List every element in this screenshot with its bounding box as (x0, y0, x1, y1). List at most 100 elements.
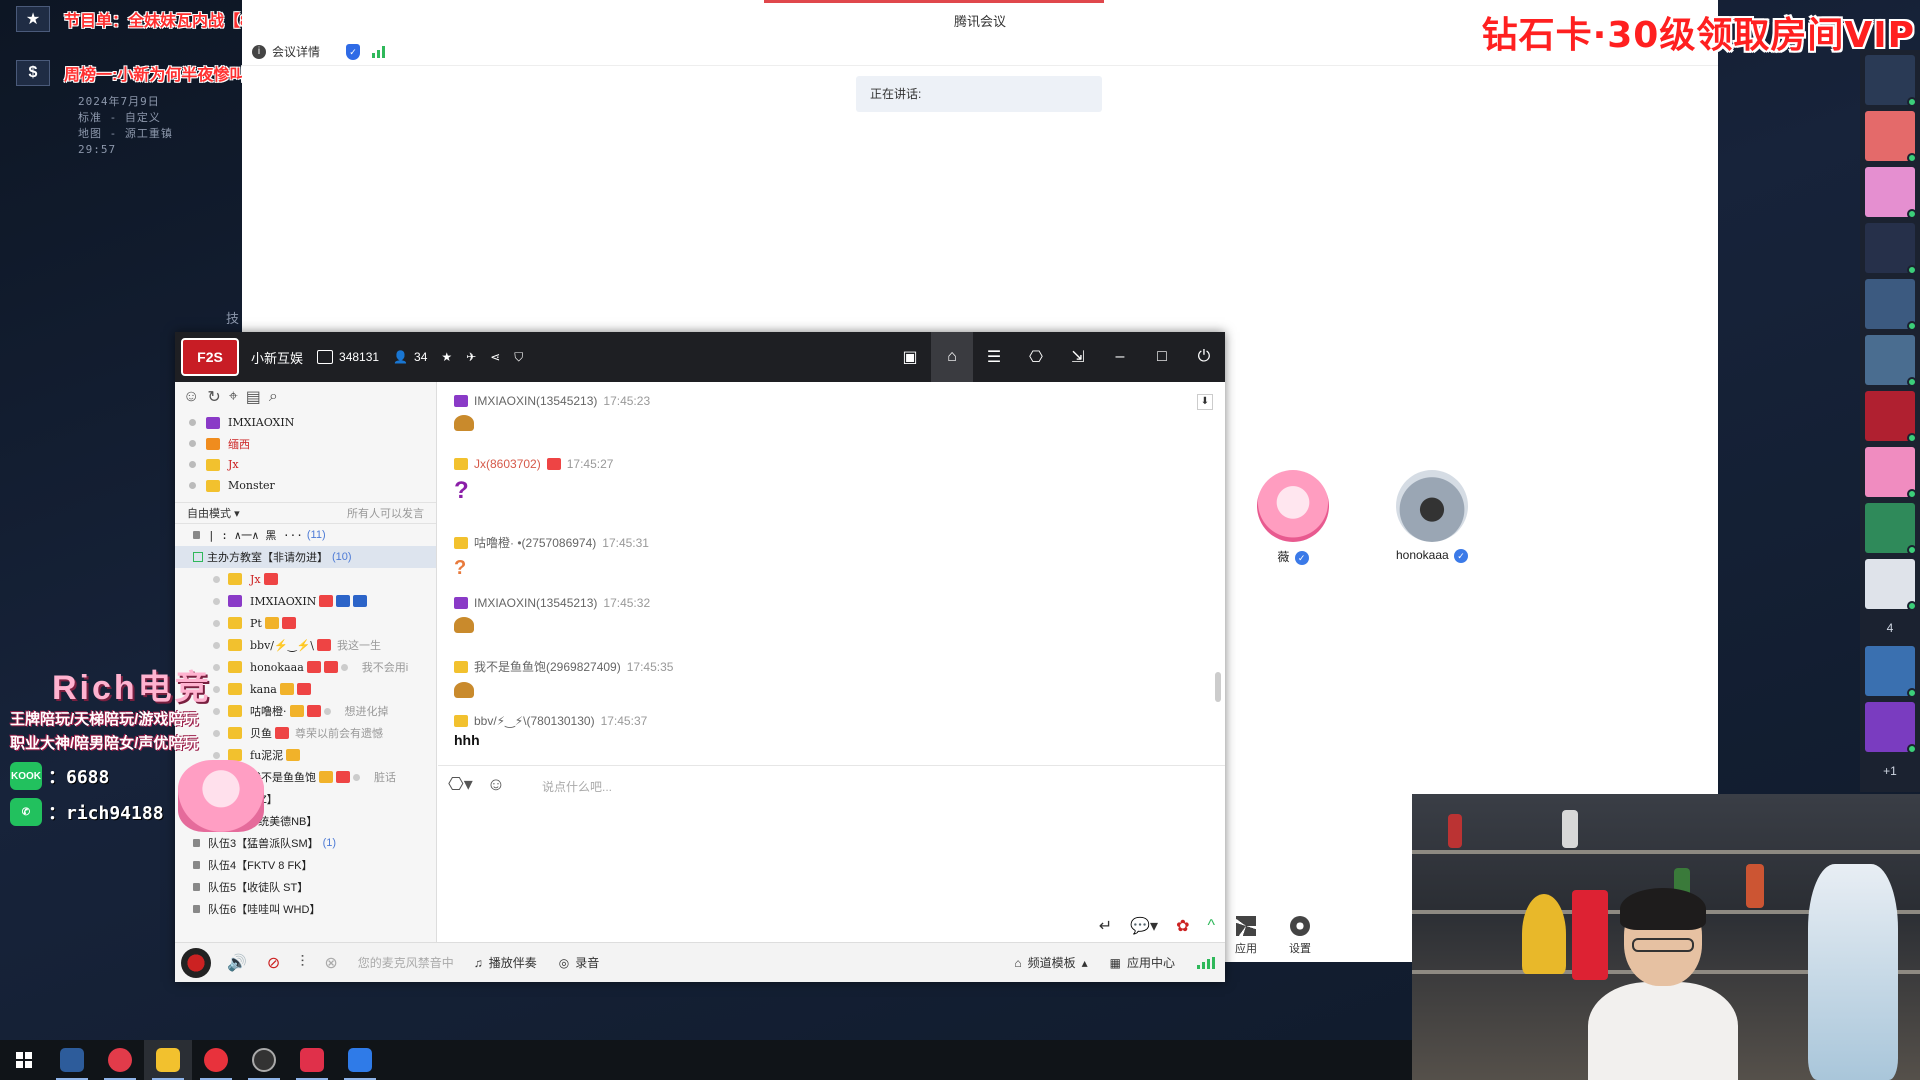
participant-thumb[interactable] (1865, 111, 1917, 163)
gamepad-emoji-button[interactable]: ⎔▾ (448, 774, 473, 795)
game-button[interactable]: ⎔ (1015, 332, 1057, 382)
badge-icon (306, 661, 321, 673)
taskbar-app[interactable] (48, 1040, 96, 1080)
network-signal-icon[interactable] (372, 45, 386, 58)
participant-thumb[interactable] (1865, 447, 1917, 499)
team-channel-row[interactable]: 队伍4【FKTV 8 FK】 (175, 854, 436, 876)
participant-thumb[interactable] (1865, 391, 1917, 443)
participant-tile[interactable]: honokaaa ✓ (1372, 470, 1492, 563)
arrow-down-icon: ⬇ (1200, 396, 1210, 407)
chat-scrollbar[interactable] (1215, 672, 1221, 702)
enter-icon[interactable]: ↵ (1099, 916, 1112, 936)
streamer-person (1588, 888, 1738, 1080)
list-item[interactable]: 缅西 (189, 433, 436, 454)
message-sender[interactable]: Jx(8603702) (474, 457, 541, 471)
minimize-button[interactable]: – (1099, 332, 1141, 382)
channel-count: (11) (306, 529, 326, 541)
user-signature: 我这一生 (336, 640, 381, 652)
speaker-icon[interactable]: 🔊 (227, 953, 247, 973)
channel-template-button[interactable]: ⌂ 频道模板 ▴ (1014, 954, 1087, 971)
video-button[interactable]: ▣ (889, 332, 931, 382)
verified-icon: ✓ (1454, 548, 1469, 563)
maximize-button[interactable]: □ (1141, 332, 1183, 382)
share-button[interactable]: ⋖ (490, 350, 500, 364)
message-time: 17:45:23 (603, 394, 651, 408)
taskbar-app[interactable] (288, 1040, 336, 1080)
participant-thumb[interactable] (1865, 702, 1917, 754)
message-sender[interactable]: IMXIAOXIN(13545213) (474, 394, 597, 408)
list-button[interactable]: ☰ (973, 332, 1015, 382)
message-sender[interactable]: 咕噜橙· •(2757086974) (474, 534, 596, 551)
taskbar-app[interactable] (240, 1040, 288, 1080)
taskbar-app[interactable] (192, 1040, 240, 1080)
record-button[interactable]: ◎ 录音 (559, 954, 600, 971)
channel-row[interactable]: | : ∧一∧ 黑 ··· (11) (175, 524, 436, 546)
room-user[interactable]: Jx (175, 568, 436, 590)
notes-icon[interactable]: ▤ (246, 387, 261, 407)
airplane-button[interactable]: ✈ (466, 350, 476, 364)
team-channel-row[interactable]: 队伍5【收徒队 ST】 (175, 876, 436, 898)
team-channel-row[interactable]: 队伍3【猛兽派队SM】 (1) (175, 832, 436, 854)
location-icon[interactable]: ⌖ (229, 388, 238, 406)
favorite-button[interactable]: ★ (441, 350, 452, 364)
list-item[interactable]: Monster (189, 475, 436, 496)
mode-bar: 自由模式 ▾ 所有人可以发言 (175, 502, 436, 524)
taskbar-app[interactable] (96, 1040, 144, 1080)
start-button[interactable] (0, 1040, 48, 1080)
scroll-to-bottom-button[interactable]: ⬇ (1197, 394, 1213, 410)
participant-thumb[interactable] (1865, 279, 1917, 331)
accompaniment-button[interactable]: ♫ 播放伴奏 (474, 954, 537, 971)
search-icon[interactable]: ⌕ (269, 388, 278, 406)
participant-thumb[interactable] (1865, 503, 1917, 555)
power-button[interactable]: ⏻ (1183, 332, 1225, 382)
gamepad-icon: ⎔ (1029, 349, 1043, 366)
contacts-icon[interactable]: ☺ (183, 388, 199, 406)
room-user[interactable]: honokaaa 我不会用i (175, 656, 436, 678)
speaking-indicator: 正在讲话: (856, 76, 1102, 112)
more-participants[interactable]: +1 (1860, 758, 1920, 784)
participant-thumb[interactable] (1865, 167, 1917, 219)
taskbar-app[interactable] (336, 1040, 384, 1080)
mic-icon[interactable]: ⊘ (267, 953, 280, 973)
info-icon[interactable]: i (252, 44, 266, 59)
room-user[interactable]: kana (175, 678, 436, 700)
chevron-up-icon[interactable]: ^ (1207, 917, 1215, 935)
participant-thumb[interactable] (1865, 559, 1917, 611)
participant-thumb[interactable] (1865, 335, 1917, 387)
info-button[interactable]: ⛉ (514, 350, 523, 365)
participant-thumb[interactable] (1865, 646, 1917, 698)
history-icon[interactable]: ↻ (207, 387, 220, 407)
chat-input[interactable]: 说点什么吧... (542, 778, 612, 795)
list-item[interactable]: IMXIAOXIN (189, 412, 436, 433)
message-sender[interactable]: 我不是鱼鱼饱(2969827409) (474, 658, 621, 675)
equalizer-icon[interactable]: ⫶ (300, 954, 304, 972)
participant-tile[interactable]: 薇 ✓ (1243, 470, 1343, 565)
message-sender[interactable]: IMXIAOXIN(13545213) (474, 596, 597, 610)
crown-icon (454, 715, 468, 727)
taskbar-app[interactable] (144, 1040, 192, 1080)
avatar[interactable] (181, 947, 211, 978)
gift-icon[interactable]: ✿ (1176, 916, 1189, 936)
apps-button[interactable]: 应用 (1226, 916, 1266, 956)
security-shield-icon[interactable]: ✓ (346, 43, 361, 60)
room-user[interactable]: 咕噜橙· 想进化掉 (175, 700, 436, 722)
channel-row-main[interactable]: 主办方教室【非请勿进】 (10) (175, 546, 436, 568)
user-name: fu泥泥 (250, 749, 284, 762)
home-button[interactable]: ⌂ (931, 332, 973, 382)
list-item[interactable]: Jx (189, 454, 436, 475)
message-sender[interactable]: bbv/⚡‿⚡\(780130130) (474, 714, 595, 728)
room-user[interactable]: bbv/⚡‿⚡\ 我这一生 (175, 634, 436, 656)
room-user[interactable]: 贝鱼 尊荣以前会有遗憾 (175, 722, 436, 744)
translate-button[interactable]: ☺ (487, 774, 505, 795)
mode-dropdown[interactable]: 自由模式 ▾ (187, 505, 240, 521)
room-user[interactable]: Pt (175, 612, 436, 634)
participant-thumb[interactable] (1865, 55, 1917, 107)
team-channel-row[interactable]: 队伍6【哇哇叫 WHD】 (175, 898, 436, 920)
app-center-button[interactable]: ▦ 应用中心 (1110, 954, 1175, 971)
meeting-details-link[interactable]: 会议详情 (272, 43, 320, 60)
room-user[interactable]: IMXIAOXIN (175, 590, 436, 612)
settings-button[interactable]: 设置 (1280, 916, 1320, 956)
participant-thumb[interactable] (1865, 223, 1917, 275)
chat-bubble-icon[interactable]: 💬▾ (1130, 916, 1158, 936)
minimize-to-tray-button[interactable]: ⇲ (1057, 332, 1099, 382)
